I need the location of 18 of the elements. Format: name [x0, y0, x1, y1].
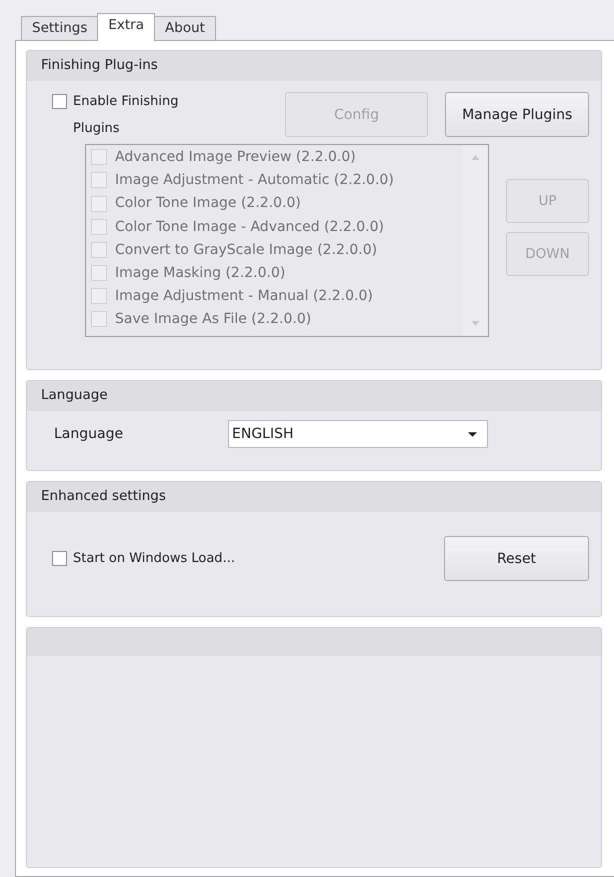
- scroll-down-icon[interactable]: [471, 321, 480, 326]
- plugin-button[interactable]: Manage Plugins: [445, 92, 590, 137]
- scroll-up-icon[interactable]: [471, 155, 480, 160]
- group-title: Language: [27, 381, 601, 411]
- group-title: Finishing Plug-ins: [27, 51, 601, 81]
- group-title: Enhanced settings: [27, 482, 601, 512]
- enable-checkbox[interactable]: Enable Finishing Plugins: [52, 88, 268, 142]
- tab[interactable]: About: [154, 16, 216, 40]
- tab[interactable]: Settings: [21, 16, 98, 40]
- language-label: Language: [54, 426, 124, 442]
- reset-button[interactable]: Reset: [444, 536, 589, 581]
- checkbox-icon[interactable]: [52, 94, 67, 109]
- dropdown-arrow-icon: [468, 432, 477, 436]
- language-dropdown[interactable]: ENGLISH: [228, 420, 488, 448]
- checkbox-icon[interactable]: [52, 551, 67, 566]
- scrollbar[interactable]: [463, 145, 488, 336]
- tab[interactable]: Extra: [97, 13, 156, 41]
- start-checkbox[interactable]: Start on Windows Load...: [52, 545, 235, 572]
